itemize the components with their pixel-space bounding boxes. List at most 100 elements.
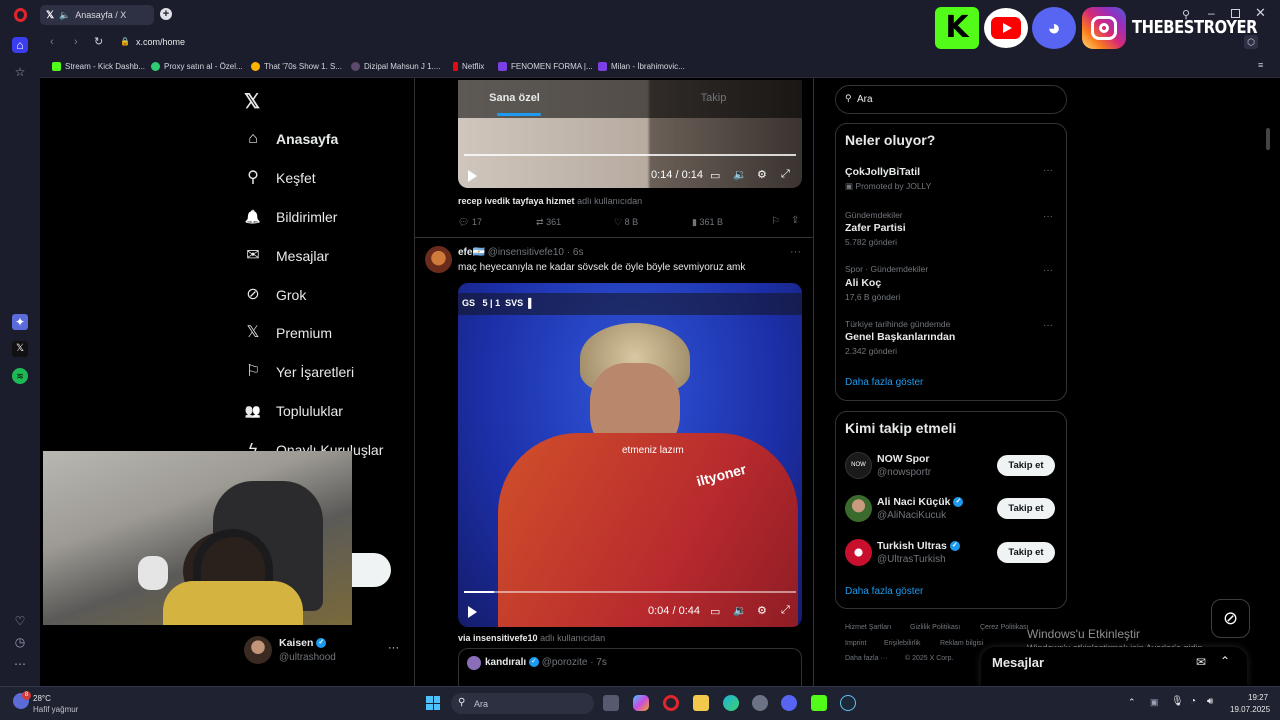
clock-time[interactable]: 19:27 xyxy=(1248,693,1268,702)
footer-ads[interactable]: Reklam bilgisi xyxy=(940,640,983,647)
footer-terms[interactable]: Hizmet Şartları xyxy=(845,624,891,631)
avatar[interactable] xyxy=(244,636,272,664)
expand-chevron-icon[interactable]: ⌃ xyxy=(1220,654,1230,668)
bookmark-item[interactable]: Milan - İbrahimovic... xyxy=(598,62,685,71)
sidebar-heart-icon[interactable]: ♡ xyxy=(12,613,28,629)
tweet2-more-icon[interactable]: ··· xyxy=(790,246,801,258)
footer-more[interactable]: Daha fazla ··· xyxy=(845,655,887,662)
captions-icon[interactable]: ▭ xyxy=(710,169,720,182)
footer-cookies[interactable]: Çerez Politikası xyxy=(980,624,1029,631)
trend-title[interactable]: Ali Koç xyxy=(845,277,881,289)
steam-icon[interactable] xyxy=(840,695,856,711)
reload-button[interactable]: ↻ xyxy=(94,35,103,48)
discord-taskbar-icon[interactable] xyxy=(781,695,797,711)
tweet2-avatar[interactable] xyxy=(425,246,452,273)
show-more-trends[interactable]: Daha fazla göster xyxy=(845,377,923,388)
trend-title[interactable]: Zafer Partisi xyxy=(845,222,906,234)
tweet2-source[interactable]: via insensitivefe10 adlı kullanıcıdan xyxy=(458,633,605,643)
bookmark-item[interactable]: Dizipal Mahsun J 1.... xyxy=(351,62,440,71)
bookmark-tweet-icon[interactable]: ⚐ xyxy=(771,216,780,227)
kick-taskbar-icon[interactable] xyxy=(811,695,827,711)
tray-app-icon[interactable]: ▣ xyxy=(1150,697,1159,708)
follow-button[interactable]: Takip et xyxy=(997,542,1055,563)
nav-item-home[interactable]: ⌂ Anasayfa xyxy=(244,130,338,148)
profile-name[interactable]: Kaisen ✓ xyxy=(279,637,327,649)
sidebar-home-icon[interactable]: ⌂ xyxy=(12,37,28,53)
trend-title[interactable]: ÇokJollyBiTatil xyxy=(845,166,920,178)
bookmark-item[interactable]: FENOMEN FORMA |... xyxy=(498,62,593,71)
task-view-icon[interactable] xyxy=(603,695,619,711)
nav-item-notifications[interactable]: 🔔 Bildirimler xyxy=(244,208,338,226)
follow-button[interactable]: Takip et xyxy=(997,498,1055,519)
bookmark-item[interactable]: Stream - Kick Dashb... xyxy=(52,62,145,71)
follow-button[interactable]: Takip et xyxy=(997,455,1055,476)
sidebar-x-icon[interactable]: 𝕏 xyxy=(12,341,28,357)
nav-item-bookmarks[interactable]: ⚐ Yer İşaretleri xyxy=(244,363,354,381)
x-logo-icon[interactable]: 𝕏 xyxy=(244,89,260,114)
fullscreen-icon[interactable]: ⤢ xyxy=(781,604,790,617)
wifi-icon[interactable]: ◔ xyxy=(1190,696,1196,707)
play-icon[interactable] xyxy=(468,170,477,182)
sidebar-aria-icon[interactable]: ✦ xyxy=(12,314,28,330)
nav-item-grok[interactable]: ⊘ Grok xyxy=(244,286,306,304)
edge-icon[interactable] xyxy=(723,695,739,711)
trend-more-icon[interactable]: ··· xyxy=(1043,265,1053,276)
progress-bar[interactable] xyxy=(464,591,796,593)
clock-date[interactable]: 19.07.2025 xyxy=(1230,705,1270,714)
trend-more-icon[interactable]: ··· xyxy=(1043,320,1053,331)
nav-item-premium[interactable]: 𝕏 Premium xyxy=(244,324,332,342)
settings-icon[interactable]: ⚙ xyxy=(757,604,767,617)
bookmark-item[interactable]: That '70s Show 1. S... xyxy=(251,62,342,71)
footer-privacy[interactable]: Gizlilik Politikası xyxy=(910,624,960,631)
show-more-follow[interactable]: Daha fazla göster xyxy=(845,586,923,597)
sidebar-more-icon[interactable]: ⋯ xyxy=(12,656,28,672)
back-button[interactable]: ‹ xyxy=(50,36,54,48)
new-message-icon[interactable]: ✉ xyxy=(1196,655,1206,669)
profile-more-icon[interactable]: ··· xyxy=(388,642,399,654)
sidebar-star-icon[interactable]: ☆ xyxy=(12,64,28,80)
now-spor-avatar[interactable]: NOW xyxy=(845,452,872,479)
nav-item-messages[interactable]: ✉ Mesajlar xyxy=(244,247,329,265)
trend-more-icon[interactable]: ··· xyxy=(1043,165,1053,176)
tweet2-video[interactable]: GS 5 | 1 SVS ▌ etmeniz lazım iltyoner 0:… xyxy=(458,283,802,627)
reply-button[interactable]: 💬︎ 17 xyxy=(458,217,482,228)
settings-taskbar-icon[interactable] xyxy=(752,695,768,711)
forward-button[interactable]: › xyxy=(74,36,78,48)
mute-icon[interactable]: 🔈 xyxy=(59,10,70,21)
volume-icon[interactable]: 🔉 xyxy=(733,604,747,617)
url-field[interactable]: x.com/home xyxy=(136,37,185,47)
turkish-ultras-avatar[interactable] xyxy=(845,539,872,566)
tab-following[interactable]: Takip xyxy=(614,80,813,118)
page-scrollbar[interactable] xyxy=(1266,128,1270,150)
sidebar-history-icon[interactable]: ◷ xyxy=(12,634,28,650)
ali-naci-avatar[interactable] xyxy=(845,495,872,522)
trend-title[interactable]: Genel Başkanlarından xyxy=(845,331,955,343)
bookmark-item[interactable]: Netflix xyxy=(453,62,484,71)
volume-icon[interactable]: 🔉 xyxy=(733,168,747,181)
follow-name[interactable]: NOW Spor xyxy=(877,453,930,465)
captions-icon[interactable]: ▭ xyxy=(710,605,720,618)
microphone-icon[interactable]: 🎙︎ xyxy=(1171,696,1184,707)
opera-taskbar-icon[interactable] xyxy=(663,695,679,711)
tab-for-you[interactable]: Sana özel xyxy=(415,80,614,118)
settings-icon[interactable]: ⚙ xyxy=(757,168,767,181)
trend-more-icon[interactable]: ··· xyxy=(1043,211,1053,222)
footer-imprint[interactable]: Imprint xyxy=(845,640,866,647)
tray-chevron-icon[interactable]: ⌃ xyxy=(1128,697,1136,708)
tweet1-source[interactable]: recep ivedik tayfaya hizmet adlı kullanı… xyxy=(458,196,642,206)
tweet2-author[interactable]: efe🇦🇷 xyxy=(458,247,485,258)
start-button[interactable] xyxy=(426,696,440,710)
views-button[interactable]: ▮ 361 B xyxy=(692,217,723,228)
quote-tweet[interactable] xyxy=(458,648,802,688)
search-input[interactable]: Ara xyxy=(857,94,873,105)
new-tab-button[interactable]: + xyxy=(160,8,172,20)
progress-bar[interactable] xyxy=(464,154,796,156)
nav-item-explore[interactable]: ⚲ Keşfet xyxy=(244,169,316,187)
opera-logo-icon[interactable] xyxy=(14,8,27,22)
fullscreen-icon[interactable]: ⤢ xyxy=(781,168,790,181)
follow-name[interactable]: Turkish Ultras ✓ xyxy=(877,540,960,552)
follow-name[interactable]: Ali Naci Küçük ✓ xyxy=(877,496,964,508)
speaker-icon[interactable]: 🔊︎ xyxy=(1207,696,1213,707)
footer-accessibility[interactable]: Erişilebilirlik xyxy=(884,640,921,647)
share-icon[interactable]: ⇪ xyxy=(791,215,799,226)
